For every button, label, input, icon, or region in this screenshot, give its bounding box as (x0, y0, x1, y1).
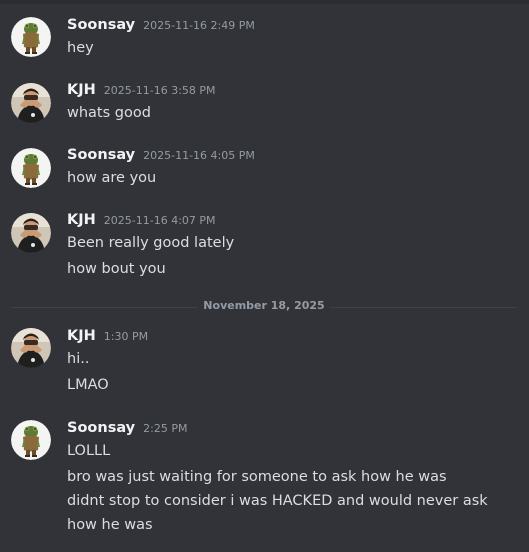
message-header: Soonsay 2025-11-16 2:49 PM (67, 17, 255, 37)
message-text: how bout you (67, 261, 166, 277)
timestamp: 2:25 PM (143, 422, 188, 435)
username[interactable]: Soonsay (67, 147, 135, 163)
message-header: KJH 1:30 PM (67, 328, 148, 348)
username[interactable]: Soonsay (67, 420, 135, 436)
message-text: how are you (67, 170, 157, 186)
chat-message-list[interactable]: Soonsay 2025-11-16 2:49 PM hey KJH 2025-… (0, 0, 529, 552)
message-text: didnt stop to consider i was HACKED and … (67, 493, 488, 533)
message-text: whats good (67, 105, 151, 121)
frog-avatar-icon[interactable] (11, 148, 51, 188)
message-text: LOLLL (67, 443, 111, 459)
chat-top-edge (0, 0, 529, 4)
message-text: hey (67, 40, 94, 56)
message-text: Been really good lately (67, 235, 235, 251)
frog-avatar-icon[interactable] (11, 17, 51, 57)
timestamp: 2025-11-16 3:58 PM (103, 84, 216, 97)
timestamp: 2025-11-16 2:49 PM (143, 19, 255, 32)
username[interactable]: KJH (67, 212, 96, 228)
person-photo-avatar-icon[interactable] (11, 328, 51, 368)
person-photo-avatar-icon[interactable] (11, 83, 51, 123)
message-header: Soonsay 2025-11-16 4:05 PM (67, 147, 255, 167)
timestamp: 2025-11-16 4:07 PM (103, 214, 216, 227)
username[interactable]: KJH (67, 328, 96, 344)
username[interactable]: KJH (67, 82, 96, 98)
message-header: Soonsay 2:25 PM (67, 420, 187, 440)
date-divider: November 18, 2025 (11, 297, 517, 317)
timestamp: 2025-11-16 4:05 PM (143, 149, 255, 162)
timestamp: 1:30 PM (103, 330, 149, 343)
frog-avatar-icon[interactable] (11, 420, 51, 460)
message-text: bro was just waiting for someone to ask … (67, 469, 447, 485)
message-header: KJH 2025-11-16 4:07 PM (67, 212, 216, 232)
message-header: KJH 2025-11-16 3:58 PM (67, 82, 216, 102)
username[interactable]: Soonsay (67, 17, 135, 33)
message-text: LMAO (67, 377, 109, 393)
date-divider-label: November 18, 2025 (197, 299, 331, 312)
person-photo-avatar-icon[interactable] (11, 213, 51, 253)
message-text: hi.. (67, 351, 90, 367)
